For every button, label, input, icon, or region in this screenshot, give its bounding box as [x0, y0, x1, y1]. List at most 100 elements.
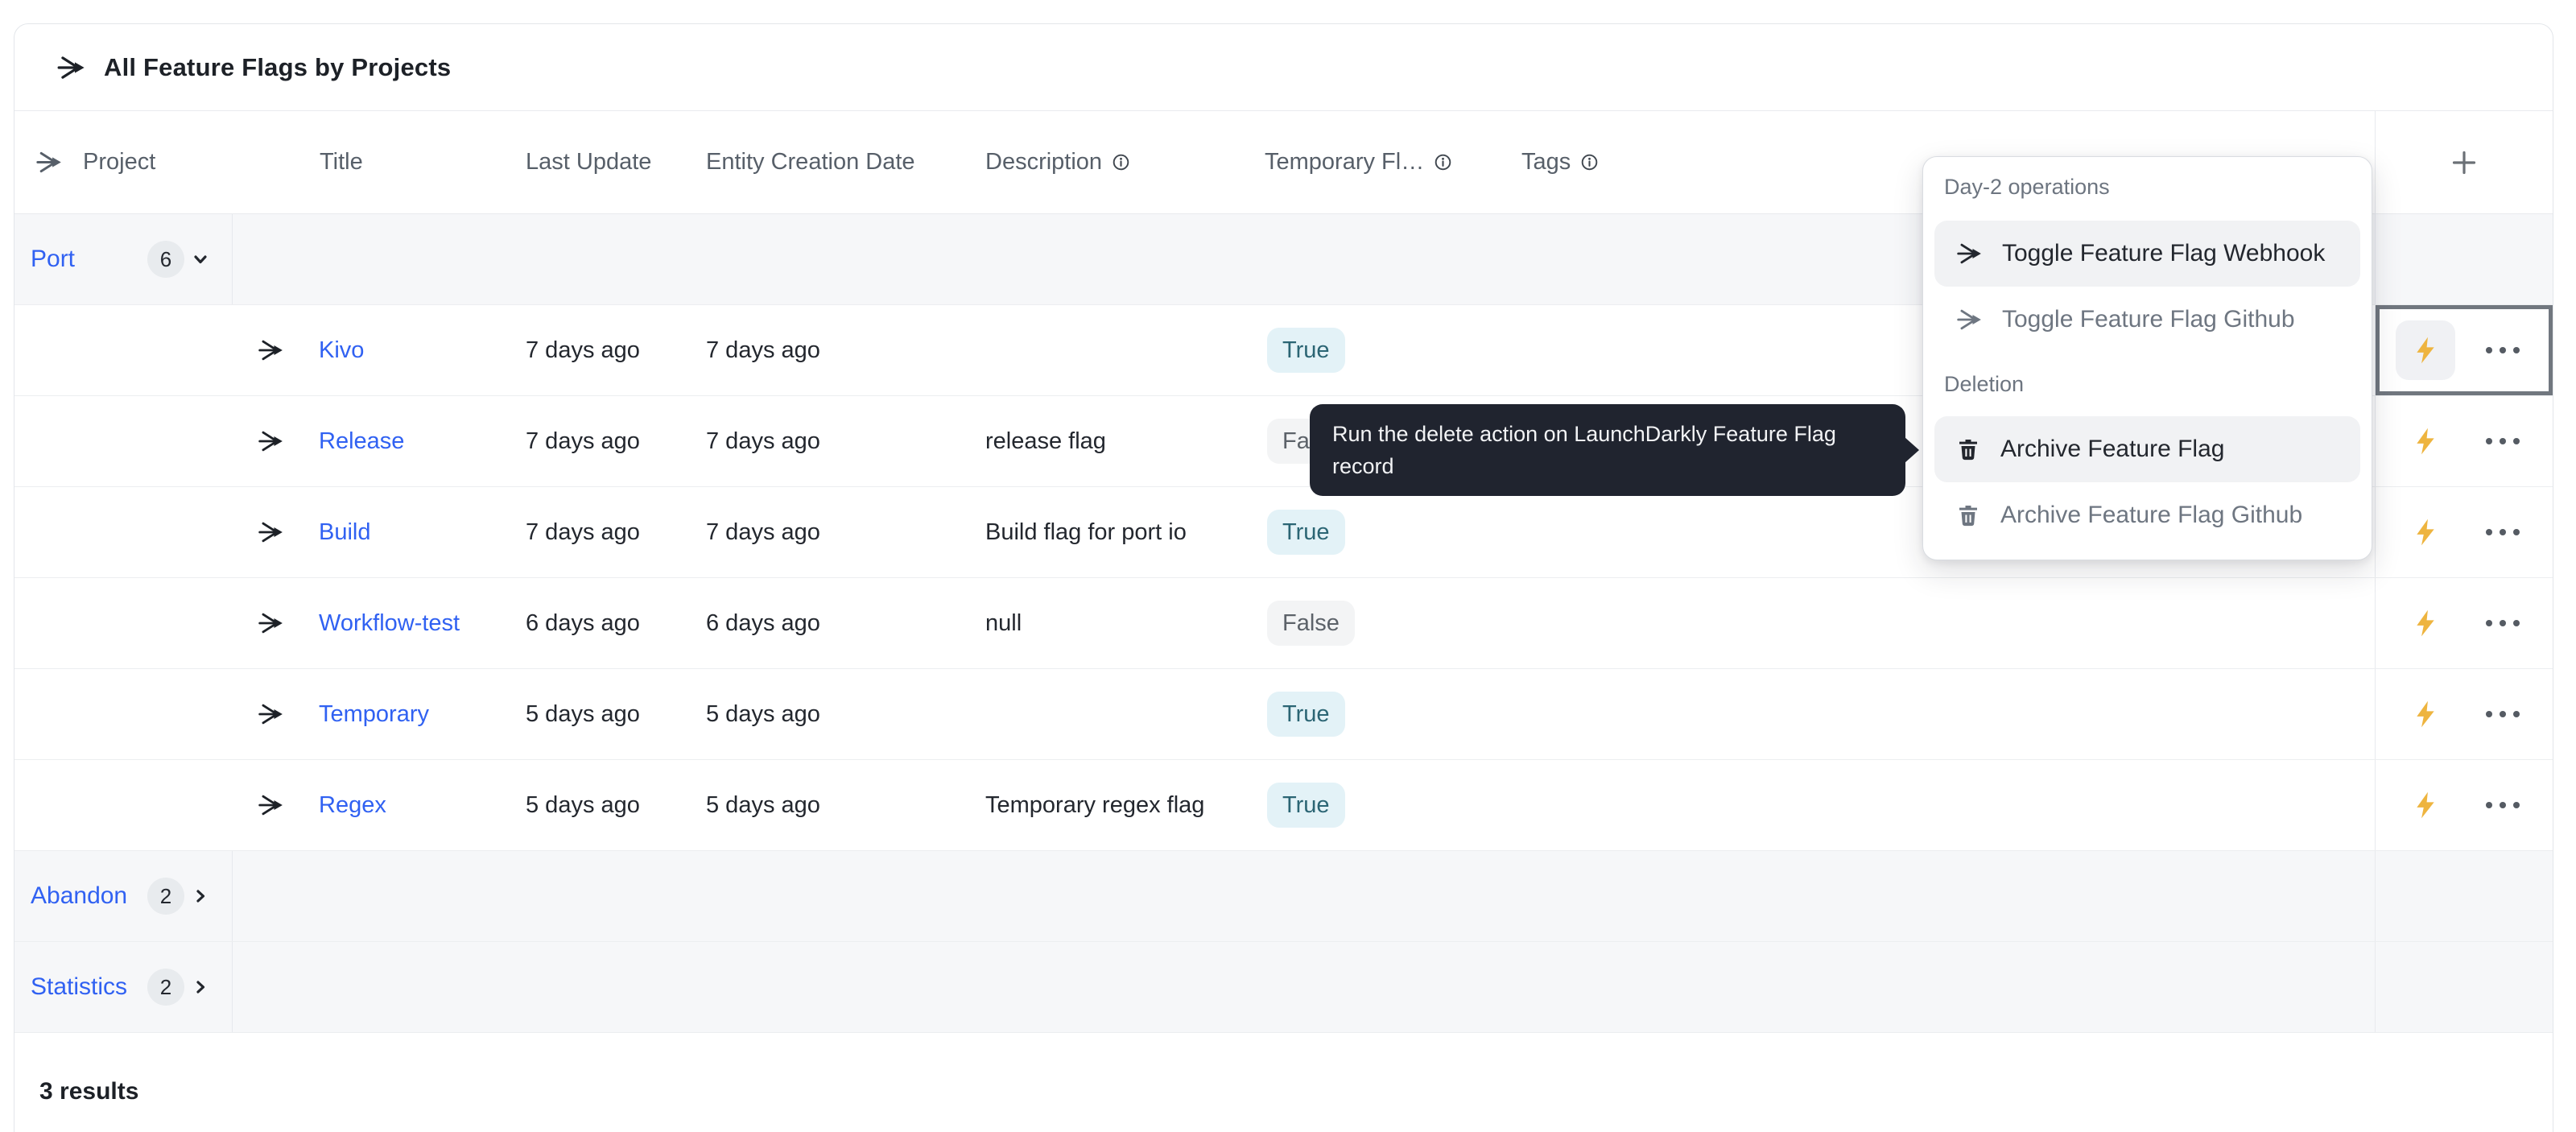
- actions-cell: [2375, 578, 2553, 668]
- menu-item-archive-feature-flag[interactable]: Archive Feature Flag: [1934, 416, 2360, 482]
- port-arrow-icon: [257, 609, 284, 637]
- menu-item-toggle-feature-flag-webhook[interactable]: Toggle Feature Flag Webhook: [1934, 221, 2360, 287]
- last-update-cell: 6 days ago: [520, 578, 701, 668]
- actions-cell: [2375, 396, 2553, 486]
- run-action-button[interactable]: [2396, 411, 2455, 471]
- group-actions-cell: [2375, 851, 2553, 941]
- description-cell: [983, 305, 1261, 395]
- chevron-right-icon[interactable]: [190, 977, 211, 998]
- group-row-abandon[interactable]: Abandon 2: [14, 851, 2553, 942]
- chevron-right-icon[interactable]: [190, 886, 211, 907]
- row-more-actions-button[interactable]: [2484, 339, 2521, 361]
- temporary-flag-cell: True: [1261, 487, 1514, 577]
- column-header-description: Description: [983, 111, 1261, 213]
- results-footer: 3 results: [14, 1033, 2553, 1105]
- project-cell: [14, 669, 233, 759]
- title-bar: All Feature Flags by Projects: [14, 24, 2553, 111]
- row-more-actions-button[interactable]: [2484, 703, 2521, 725]
- table-row-workflow-test: Workflow-test 6 days ago 6 days ago null…: [14, 578, 2553, 669]
- column-header-label: Project: [83, 149, 155, 176]
- port-arrow-icon: [35, 148, 63, 176]
- action-tooltip: Run the delete action on LaunchDarkly Fe…: [1310, 404, 1905, 496]
- entity-link[interactable]: Build: [319, 519, 371, 546]
- table-row-regex: Regex 5 days ago 5 days ago Temporary re…: [14, 760, 2553, 851]
- trash-icon: [1955, 502, 1981, 528]
- actions-cell: [2375, 305, 2553, 395]
- info-icon[interactable]: [1580, 153, 1599, 171]
- group-link[interactable]: Statistics: [31, 973, 127, 1001]
- column-header-label: Description: [985, 149, 1102, 176]
- add-column-button[interactable]: [2440, 138, 2488, 187]
- lightning-bolt-icon: [2411, 336, 2440, 365]
- menu-item-toggle-feature-flag-github[interactable]: Toggle Feature Flag Github: [1934, 287, 2360, 353]
- menu-item-label: Toggle Feature Flag Github: [2002, 306, 2295, 333]
- page: All Feature Flags by Projects ProjectTit…: [0, 0, 2576, 1132]
- row-more-actions-button[interactable]: [2484, 794, 2521, 816]
- description-cell: [983, 669, 1261, 759]
- last-update-cell: 5 days ago: [520, 760, 701, 850]
- entity-link[interactable]: Workflow-test: [319, 610, 460, 637]
- column-header-label: Entity Creation Date: [706, 149, 915, 176]
- table-row-temporary: Temporary 5 days ago 5 days ago True: [14, 669, 2553, 760]
- title-cell: Workflow-test: [233, 578, 520, 668]
- title-cell: Release: [233, 396, 520, 486]
- column-header-label: Last Update: [526, 149, 651, 176]
- last-update-cell: 7 days ago: [520, 305, 701, 395]
- group-row-statistics[interactable]: Statistics 2: [14, 942, 2553, 1033]
- row-more-actions-button[interactable]: [2484, 521, 2521, 543]
- run-action-button[interactable]: [2396, 320, 2455, 380]
- menu-item-archive-feature-flag-github[interactable]: Archive Feature Flag Github: [1934, 482, 2360, 548]
- entity-link[interactable]: Temporary: [319, 701, 429, 728]
- entity-link[interactable]: Release: [319, 428, 404, 455]
- port-arrow-icon: [257, 700, 284, 728]
- actions-cell: [2375, 669, 2553, 759]
- run-action-button[interactable]: [2396, 775, 2455, 835]
- project-cell: [14, 487, 233, 577]
- column-header-label: Tags: [1521, 149, 1571, 176]
- tags-cell: [1514, 578, 2375, 668]
- tooltip-pointer: [1905, 437, 1919, 463]
- chevron-down-icon[interactable]: [190, 249, 211, 270]
- flag-badge: False: [1267, 601, 1355, 646]
- menu-section-label: Deletion: [1934, 367, 2360, 401]
- project-cell: [14, 396, 233, 486]
- group-link[interactable]: Abandon: [31, 882, 127, 910]
- entity-creation-date-cell: 5 days ago: [701, 669, 983, 759]
- port-arrow-icon: [257, 791, 284, 819]
- project-cell: [14, 305, 233, 395]
- entity-link[interactable]: Kivo: [319, 337, 364, 364]
- port-arrow-icon: [257, 337, 284, 364]
- actions-cell: [2375, 760, 2553, 850]
- entity-link[interactable]: Regex: [319, 792, 386, 819]
- lightning-bolt-icon: [2411, 427, 2440, 456]
- column-header-entity_creation_date: Entity Creation Date: [701, 111, 983, 213]
- menu-item-label: Archive Feature Flag: [2000, 436, 2224, 463]
- actions-dropdown-menu: Day-2 operations Toggle Feature Flag Web…: [1922, 156, 2372, 560]
- last-update-cell: 5 days ago: [520, 669, 701, 759]
- run-action-button[interactable]: [2396, 502, 2455, 562]
- entity-creation-date-cell: 7 days ago: [701, 305, 983, 395]
- lightning-bolt-icon: [2411, 700, 2440, 729]
- row-more-actions-button[interactable]: [2484, 430, 2521, 452]
- description-cell: null: [983, 578, 1261, 668]
- group-link[interactable]: Port: [31, 246, 75, 273]
- lightning-bolt-icon: [2411, 518, 2440, 547]
- info-icon[interactable]: [1434, 153, 1452, 171]
- flag-badge: True: [1267, 510, 1345, 555]
- description-cell: Temporary regex flag: [983, 760, 1261, 850]
- title-cell: Temporary: [233, 669, 520, 759]
- column-header-label: Temporary Fl…: [1265, 149, 1424, 176]
- menu-item-label: Toggle Feature Flag Webhook: [2002, 240, 2325, 267]
- entity-creation-date-cell: 7 days ago: [701, 396, 983, 486]
- group-cell: Abandon 2: [14, 851, 233, 941]
- run-action-button[interactable]: [2396, 684, 2455, 744]
- run-action-button[interactable]: [2396, 593, 2455, 653]
- temporary-flag-cell: True: [1261, 760, 1514, 850]
- column-header-temporary_flag: Temporary Fl…: [1261, 111, 1514, 213]
- info-icon[interactable]: [1112, 153, 1130, 171]
- menu-item-label: Archive Feature Flag Github: [2000, 502, 2302, 529]
- port-arrow-icon: [257, 518, 284, 546]
- tags-cell: [1514, 669, 2375, 759]
- port-arrow-icon: [257, 428, 284, 455]
- row-more-actions-button[interactable]: [2484, 612, 2521, 634]
